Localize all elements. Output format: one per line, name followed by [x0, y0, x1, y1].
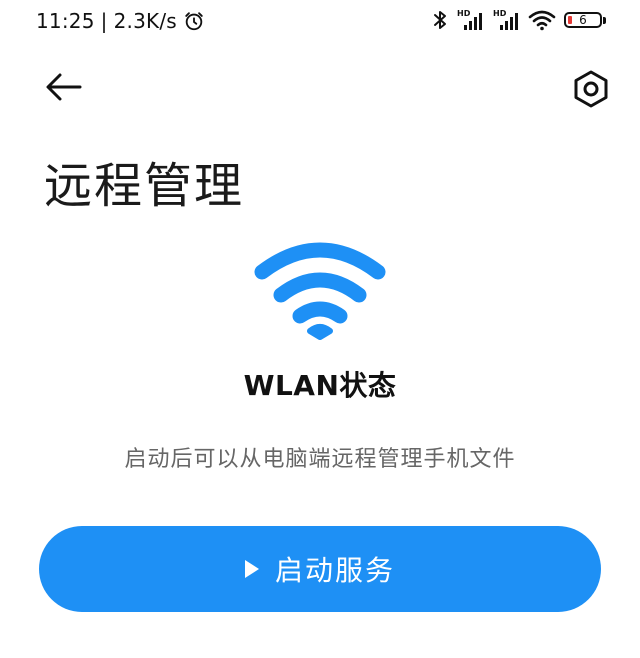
page-title: 远程管理 — [44, 158, 245, 214]
svg-text:HD: HD — [493, 9, 507, 18]
status-right: HD HD 6 — [432, 8, 606, 32]
svg-text:HD: HD — [457, 9, 471, 18]
bluetooth-icon — [434, 11, 446, 29]
start-service-button[interactable]: 启动服务 — [39, 526, 601, 612]
status-left: 11:25 | 2.3K/s — [36, 9, 205, 33]
wlan-status-title: WLAN状态 — [243, 369, 397, 402]
settings-hexagon-icon — [574, 70, 608, 108]
wifi-icon — [528, 10, 556, 31]
hd-signal-icon: HD — [493, 9, 518, 30]
description-text: 启动后可以从电脑端远程管理手机文件 — [124, 447, 516, 472]
hd-signal-icon: HD — [457, 9, 482, 30]
settings-button[interactable] — [570, 68, 612, 110]
status-time: 11:25 — [36, 9, 95, 33]
battery-level: 6 — [579, 13, 587, 27]
status-bar: 11:25 | 2.3K/s HD HD 6 — [0, 0, 640, 46]
back-arrow-icon — [46, 73, 82, 101]
remote-management-screen: 11:25 | 2.3K/s HD HD 6 远程管理 WLAN状态 启动后可以… — [0, 0, 640, 658]
network-speed: 2.3K/s — [113, 9, 177, 33]
status-separator: | — [100, 9, 108, 33]
start-service-label: 启动服务 — [274, 554, 395, 587]
battery-icon: 6 — [564, 12, 606, 28]
back-button[interactable] — [44, 70, 84, 104]
play-icon — [244, 560, 259, 578]
wifi-status-icon — [254, 242, 386, 340]
battery-fill — [568, 16, 572, 24]
alarm-icon — [185, 12, 203, 31]
